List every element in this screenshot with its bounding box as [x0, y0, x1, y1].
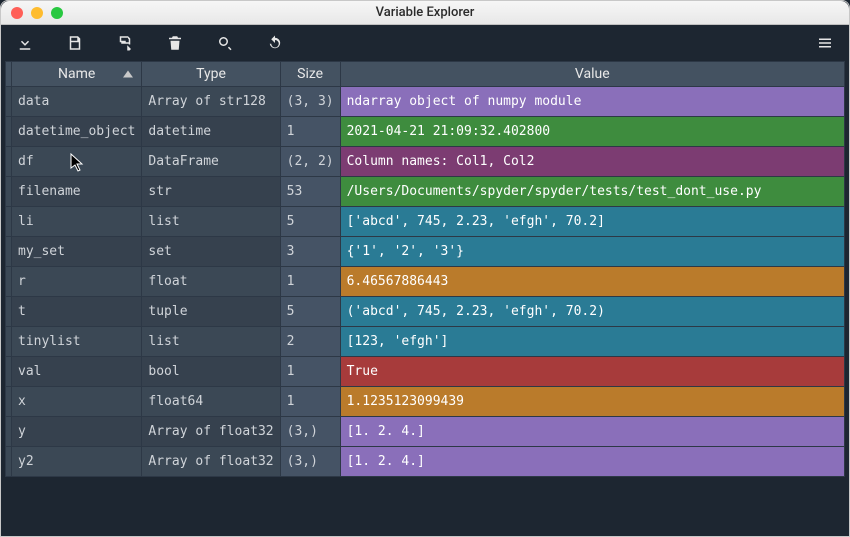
- table-row[interactable]: xfloat6411.1235123099439: [6, 387, 845, 417]
- cell-type[interactable]: list: [142, 207, 280, 237]
- table-row[interactable]: datetime_objectdatetime12021-04-21 21:09…: [6, 117, 845, 147]
- cell-name[interactable]: val: [12, 357, 142, 387]
- table-row[interactable]: ttuple5('abcd', 745, 2.23, 'efgh', 70.2): [6, 297, 845, 327]
- save-edit-icon: [116, 34, 134, 52]
- cell-value[interactable]: ('abcd', 745, 2.23, 'efgh', 70.2): [340, 297, 844, 327]
- cell-type[interactable]: DataFrame: [142, 147, 280, 177]
- titlebar: Variable Explorer: [1, 1, 849, 25]
- cell-value[interactable]: ndarray object of numpy module: [340, 87, 844, 117]
- refresh-button[interactable]: [265, 33, 285, 53]
- variable-table: Name Type Size Value dataArray of str128…: [5, 61, 845, 477]
- cell-value[interactable]: [1. 2. 4.]: [340, 447, 844, 477]
- cell-type[interactable]: float64: [142, 387, 280, 417]
- cell-name[interactable]: li: [12, 207, 142, 237]
- cell-name[interactable]: df: [12, 147, 142, 177]
- cell-size[interactable]: 1: [280, 357, 340, 387]
- import-data-button[interactable]: [15, 33, 35, 53]
- hamburger-menu-button[interactable]: [815, 33, 835, 53]
- cell-name[interactable]: y2: [12, 447, 142, 477]
- search-icon: [216, 34, 234, 52]
- search-button[interactable]: [215, 33, 235, 53]
- sort-asc-icon: [123, 71, 133, 78]
- table-row[interactable]: tinylistlist2[123, 'efgh']: [6, 327, 845, 357]
- refresh-icon: [266, 34, 284, 52]
- cell-size[interactable]: (3,): [280, 417, 340, 447]
- cell-name[interactable]: t: [12, 297, 142, 327]
- table-row[interactable]: my_setset3{'1', '2', '3'}: [6, 237, 845, 267]
- table-row[interactable]: rfloat16.46567886443: [6, 267, 845, 297]
- cell-value[interactable]: /Users/Documents/spyder/spyder/tests/tes…: [340, 177, 844, 207]
- toolbar: [1, 25, 849, 61]
- cell-value[interactable]: [123, 'efgh']: [340, 327, 844, 357]
- table-row[interactable]: lilist5['abcd', 745, 2.23, 'efgh', 70.2]: [6, 207, 845, 237]
- cell-value[interactable]: {'1', '2', '3'}: [340, 237, 844, 267]
- cell-name[interactable]: y: [12, 417, 142, 447]
- cell-size[interactable]: (2, 2): [280, 147, 340, 177]
- cell-value[interactable]: 6.46567886443: [340, 267, 844, 297]
- cell-name[interactable]: filename: [12, 177, 142, 207]
- cell-size[interactable]: (3, 3): [280, 87, 340, 117]
- table-row[interactable]: dataArray of str128(3, 3)ndarray object …: [6, 87, 845, 117]
- close-icon[interactable]: [11, 7, 23, 19]
- cell-type[interactable]: Array of float32: [142, 447, 280, 477]
- cell-size[interactable]: 1: [280, 117, 340, 147]
- save-data-button[interactable]: [65, 33, 85, 53]
- cell-size[interactable]: 1: [280, 387, 340, 417]
- menu-icon: [816, 34, 834, 52]
- cell-value[interactable]: True: [340, 357, 844, 387]
- cell-name[interactable]: tinylist: [12, 327, 142, 357]
- cell-size[interactable]: 3: [280, 237, 340, 267]
- cell-name[interactable]: my_set: [12, 237, 142, 267]
- cell-value[interactable]: ['abcd', 745, 2.23, 'efgh', 70.2]: [340, 207, 844, 237]
- trash-icon: [166, 34, 184, 52]
- cell-type[interactable]: set: [142, 237, 280, 267]
- cell-size[interactable]: 5: [280, 207, 340, 237]
- cell-value[interactable]: Column names: Col1, Col2: [340, 147, 844, 177]
- table-row[interactable]: y2Array of float32(3,)[1. 2. 4.]: [6, 447, 845, 477]
- cell-value[interactable]: 1.1235123099439: [340, 387, 844, 417]
- cell-name[interactable]: datetime_object: [12, 117, 142, 147]
- cell-type[interactable]: Array of float32: [142, 417, 280, 447]
- cell-value[interactable]: 2021-04-21 21:09:32.402800: [340, 117, 844, 147]
- cell-type[interactable]: datetime: [142, 117, 280, 147]
- cell-name[interactable]: r: [12, 267, 142, 297]
- maximize-icon[interactable]: [51, 7, 63, 19]
- cell-type[interactable]: float: [142, 267, 280, 297]
- window-title: Variable Explorer: [1, 5, 849, 20]
- cell-type[interactable]: bool: [142, 357, 280, 387]
- variable-table-wrap: Name Type Size Value dataArray of str128…: [1, 61, 849, 536]
- cell-size[interactable]: 53: [280, 177, 340, 207]
- table-row[interactable]: yArray of float32(3,)[1. 2. 4.]: [6, 417, 845, 447]
- col-header-size[interactable]: Size: [280, 62, 340, 87]
- delete-button[interactable]: [165, 33, 185, 53]
- cell-type[interactable]: str: [142, 177, 280, 207]
- window-controls: [11, 7, 63, 19]
- cell-type[interactable]: tuple: [142, 297, 280, 327]
- cell-size[interactable]: 2: [280, 327, 340, 357]
- cell-size[interactable]: 1: [280, 267, 340, 297]
- cell-size[interactable]: (3,): [280, 447, 340, 477]
- table-row[interactable]: valbool1True: [6, 357, 845, 387]
- minimize-icon[interactable]: [31, 7, 43, 19]
- col-header-name-label: Name: [58, 66, 95, 82]
- cell-value[interactable]: [1. 2. 4.]: [340, 417, 844, 447]
- cell-type[interactable]: Array of str128: [142, 87, 280, 117]
- cell-name[interactable]: x: [12, 387, 142, 417]
- save-data-as-button[interactable]: [115, 33, 135, 53]
- download-icon: [16, 34, 34, 52]
- cell-name[interactable]: data: [12, 87, 142, 117]
- col-header-type[interactable]: Type: [142, 62, 280, 87]
- col-header-name[interactable]: Name: [12, 62, 142, 87]
- cell-type[interactable]: list: [142, 327, 280, 357]
- col-header-value[interactable]: Value: [340, 62, 844, 87]
- table-row[interactable]: dfDataFrame(2, 2)Column names: Col1, Col…: [6, 147, 845, 177]
- table-row[interactable]: filenamestr53/Users/Documents/spyder/spy…: [6, 177, 845, 207]
- cell-size[interactable]: 5: [280, 297, 340, 327]
- save-icon: [66, 34, 84, 52]
